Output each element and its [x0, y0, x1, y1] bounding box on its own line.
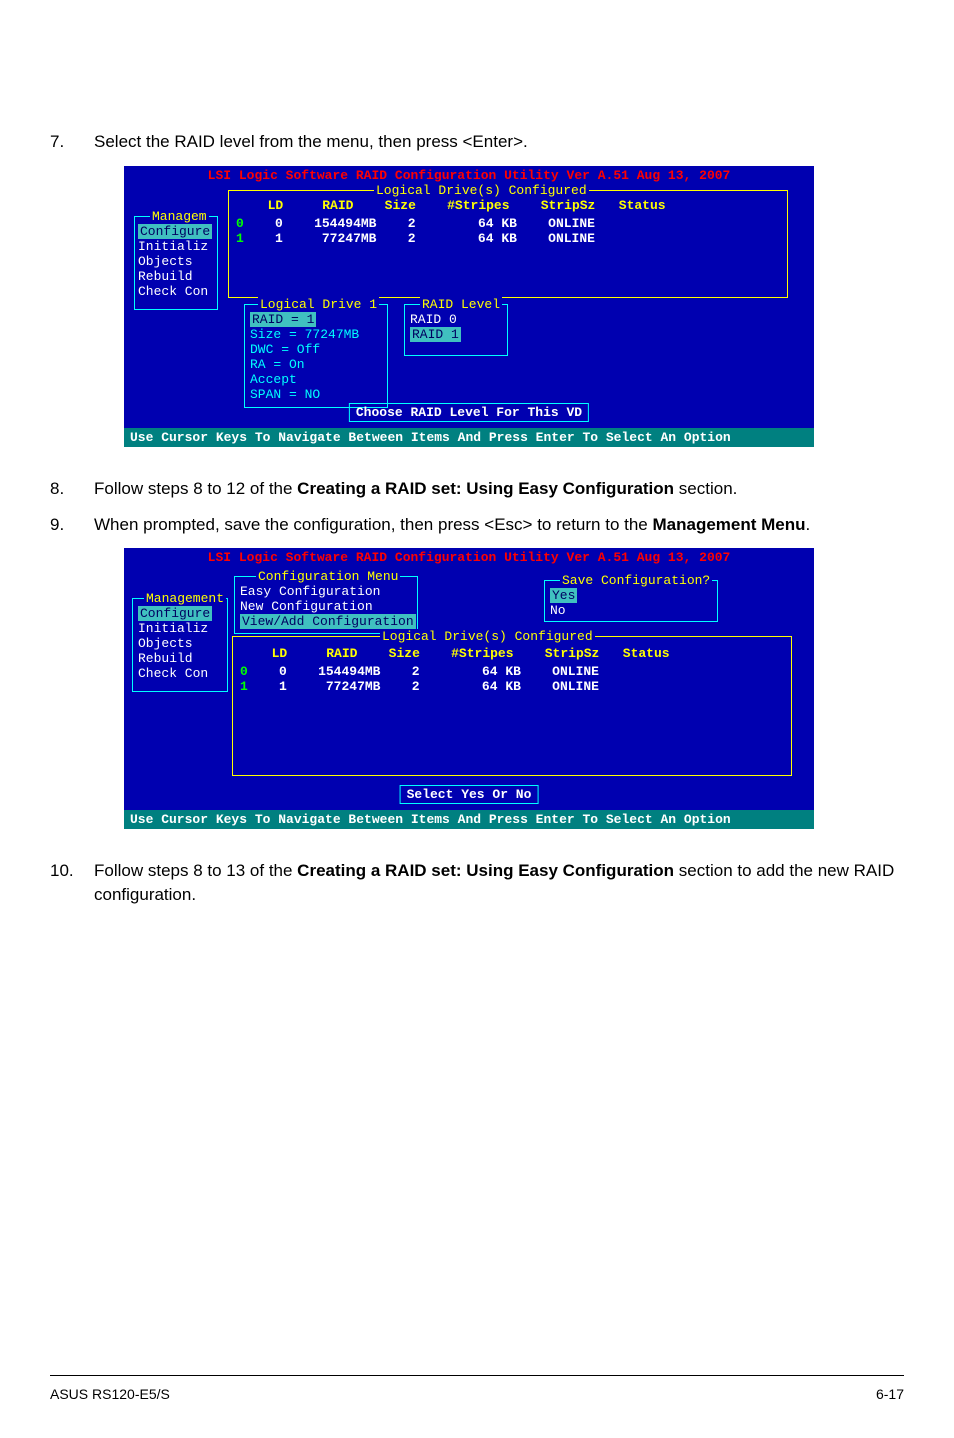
- footer-right: 6-17: [876, 1386, 904, 1402]
- logical-box-label: Logical Drive(s) Configured: [380, 629, 595, 644]
- nav-line: Use Cursor Keys To Navigate Between Item…: [124, 810, 814, 829]
- configuration-menu-items: Easy Configuration New Configuration Vie…: [240, 584, 416, 629]
- menu-item[interactable]: Configure: [138, 606, 212, 621]
- menu-item[interactable]: Initializ: [138, 621, 212, 636]
- bios-screenshot-1: LSI Logic Software RAID Configuration Ut…: [124, 166, 814, 447]
- step-text: Follow steps 8 to 12 of the Creating a R…: [94, 477, 904, 501]
- menu-item[interactable]: RAID = 1: [250, 312, 359, 327]
- step-7: 7. Select the RAID level from the menu, …: [50, 130, 904, 154]
- menu-item[interactable]: Objects: [138, 636, 212, 651]
- management-menu-label: Management: [144, 591, 226, 606]
- select-box: Select Yes Or No: [400, 785, 539, 804]
- raid-level-label: RAID Level: [420, 297, 502, 312]
- table-row: 0 0 154494MB 2 64 KB ONLINE: [240, 664, 599, 679]
- logical-box-label: Logical Drive(s) Configured: [374, 183, 589, 198]
- table-row: 1 1 77247MB 2 64 KB ONLINE: [240, 679, 599, 694]
- logical-drive-1-items: RAID = 1 Size = 77247MB DWC = Off RA = O…: [250, 312, 359, 402]
- management-menu-items: Configure Initializ Objects Rebuild Chec…: [138, 606, 212, 681]
- management-menu-label: Managem: [150, 209, 209, 224]
- menu-item[interactable]: RAID 0: [410, 312, 461, 327]
- step-text: When prompted, save the configuration, t…: [94, 513, 904, 537]
- bios-title: LSI Logic Software RAID Configuration Ut…: [124, 548, 814, 566]
- menu-item[interactable]: RA = On: [250, 357, 359, 372]
- step-9: 9. When prompted, save the configuration…: [50, 513, 904, 537]
- menu-item[interactable]: New Configuration: [240, 599, 416, 614]
- step-number: 8.: [50, 477, 94, 501]
- table-row: 0 0 154494MB 2 64 KB ONLINE: [236, 216, 595, 231]
- menu-item[interactable]: Check Con: [138, 666, 212, 681]
- logical-drive-1-label: Logical Drive 1: [258, 297, 379, 312]
- nav-line: Use Cursor Keys To Navigate Between Item…: [124, 428, 814, 447]
- footer-left: ASUS RS120-E5/S: [50, 1386, 170, 1402]
- bios-screenshot-2: LSI Logic Software RAID Configuration Ut…: [124, 548, 814, 829]
- menu-item[interactable]: Initializ: [138, 239, 212, 254]
- menu-item[interactable]: DWC = Off: [250, 342, 359, 357]
- menu-item[interactable]: Rebuild: [138, 269, 212, 284]
- menu-item[interactable]: View/Add Configuration: [240, 614, 416, 629]
- step-text: Follow steps 8 to 13 of the Creating a R…: [94, 859, 904, 907]
- menu-item[interactable]: Accept: [250, 372, 359, 387]
- raid-level-items: RAID 0 RAID 1: [410, 312, 461, 342]
- step-text: Select the RAID level from the menu, the…: [94, 130, 904, 154]
- bios-title: LSI Logic Software RAID Configuration Ut…: [124, 166, 814, 184]
- choose-box: Choose RAID Level For This VD: [349, 403, 589, 422]
- menu-item[interactable]: SPAN = NO: [250, 387, 359, 402]
- menu-item[interactable]: Check Con: [138, 284, 212, 299]
- menu-item[interactable]: RAID 1: [410, 327, 461, 342]
- management-menu-items: Configure Initializ Objects Rebuild Chec…: [138, 224, 212, 299]
- bios-body: Management Configure Initializ Objects R…: [124, 566, 814, 810]
- menu-item[interactable]: Size = 77247MB: [250, 327, 359, 342]
- bios-body: Logical Drive(s) Configured LD RAID Size…: [124, 184, 814, 428]
- menu-item[interactable]: Easy Configuration: [240, 584, 416, 599]
- menu-item[interactable]: Rebuild: [138, 651, 212, 666]
- menu-item[interactable]: Objects: [138, 254, 212, 269]
- step-number: 7.: [50, 130, 94, 154]
- save-config-label: Save Configuration?: [560, 573, 712, 588]
- menu-item[interactable]: Configure: [138, 224, 212, 239]
- save-config-items: Yes No: [550, 588, 577, 618]
- table-header: LD RAID Size #Stripes StripSz Status: [256, 646, 670, 661]
- menu-item[interactable]: Yes: [550, 588, 577, 603]
- table-header: LD RAID Size #Stripes StripSz Status: [252, 198, 666, 213]
- configuration-menu-label: Configuration Menu: [256, 569, 400, 584]
- menu-item[interactable]: No: [550, 603, 577, 618]
- step-number: 10.: [50, 859, 94, 907]
- table-row: 1 1 77247MB 2 64 KB ONLINE: [236, 231, 595, 246]
- step-10: 10. Follow steps 8 to 13 of the Creating…: [50, 859, 904, 907]
- page-footer: ASUS RS120-E5/S 6-17: [50, 1375, 904, 1402]
- step-8: 8. Follow steps 8 to 12 of the Creating …: [50, 477, 904, 501]
- step-number: 9.: [50, 513, 94, 537]
